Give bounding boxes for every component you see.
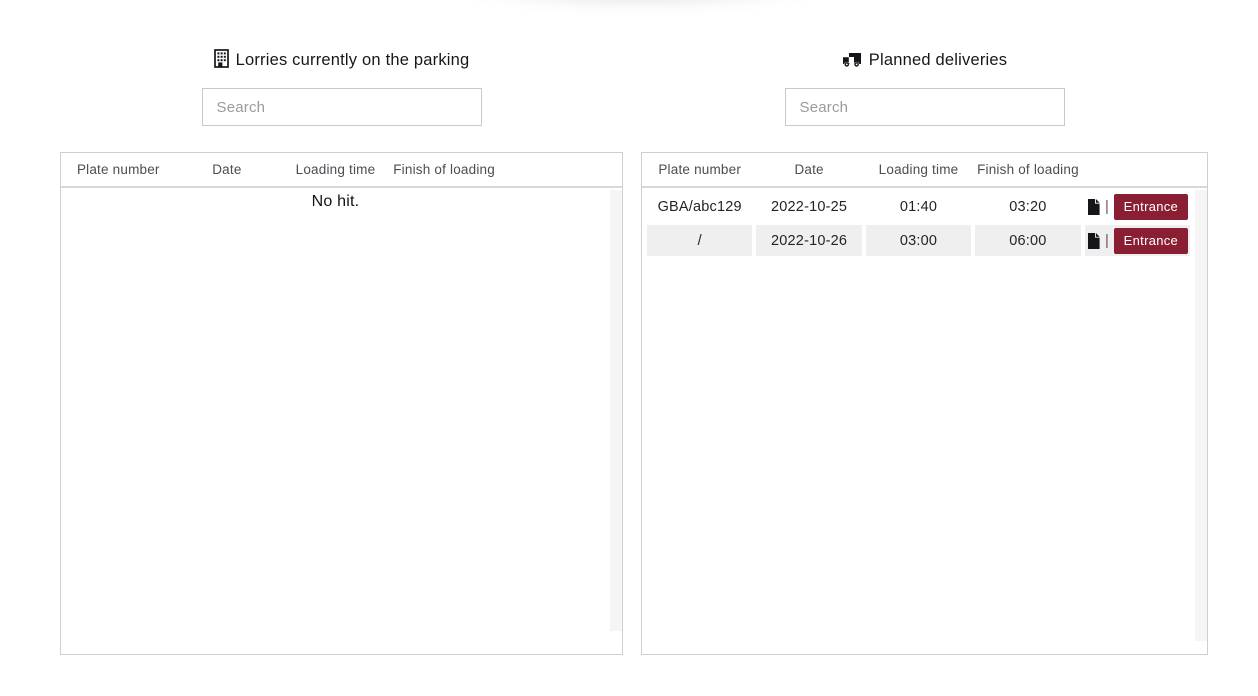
col-plate-number: Plate number [66, 162, 171, 177]
col-finish-of-loading: Finish of loading [392, 162, 497, 177]
table-row: GBA/abc129 2022-10-25 01:40 03:20 | Entr… [647, 191, 1190, 222]
col-loading-time: Loading time [866, 162, 971, 177]
parking-title-label: Lorries currently on the parking [236, 51, 470, 69]
action-separator: | [1105, 198, 1108, 215]
building-icon [214, 49, 229, 75]
parking-table-body: No hit. [61, 188, 622, 222]
cell-loading-time: 03:00 [866, 225, 971, 256]
parking-panel: Plate number Date Loading time Finish of… [60, 152, 623, 655]
cell-loading-time: 01:40 [866, 191, 971, 222]
table-row: / 2022-10-26 03:00 06:00 | Entrance [647, 225, 1190, 256]
cell-date: 2022-10-26 [756, 225, 861, 256]
cell-finish-of-loading: 03:20 [975, 191, 1080, 222]
action-separator: | [1105, 232, 1108, 249]
entrance-button[interactable]: Entrance [1114, 194, 1188, 220]
deliveries-section: Planned deliveries Plate number Date Loa… [641, 0, 1208, 696]
cell-finish-of-loading: 06:00 [975, 225, 1080, 256]
scrollbar-track[interactable] [1195, 190, 1207, 641]
deliveries-table-body: GBA/abc129 2022-10-25 01:40 03:20 | Entr… [642, 188, 1207, 256]
deliveries-panel: Plate number Date Loading time Finish of… [641, 152, 1208, 655]
cell-actions: | Entrance [1085, 225, 1190, 256]
parking-table-header: Plate number Date Loading time Finish of… [61, 153, 622, 188]
file-icon[interactable] [1087, 233, 1100, 249]
scrollbar-track[interactable] [610, 190, 622, 631]
truck-icon [842, 51, 862, 75]
cell-date: 2022-10-25 [756, 191, 861, 222]
col-date: Date [175, 162, 280, 177]
deliveries-search-input[interactable] [785, 88, 1065, 126]
deliveries-title-label: Planned deliveries [869, 51, 1007, 69]
col-date: Date [756, 162, 861, 177]
empty-state-text: No hit. [66, 191, 605, 222]
entrance-button[interactable]: Entrance [1114, 228, 1188, 254]
deliveries-table-header: Plate number Date Loading time Finish of… [642, 153, 1207, 188]
deliveries-title: Planned deliveries [641, 48, 1208, 75]
cell-actions: | Entrance [1085, 191, 1190, 222]
col-loading-time: Loading time [283, 162, 388, 177]
parking-search-input[interactable] [202, 88, 482, 126]
cell-plate-number: GBA/abc129 [647, 191, 752, 222]
cell-plate-number: / [647, 225, 752, 256]
file-icon[interactable] [1087, 199, 1100, 215]
col-plate-number: Plate number [647, 162, 752, 177]
parking-title: Lorries currently on the parking [60, 48, 623, 75]
col-finish-of-loading: Finish of loading [975, 162, 1080, 177]
parking-section: Lorries currently on the parking Plate n… [60, 0, 623, 696]
